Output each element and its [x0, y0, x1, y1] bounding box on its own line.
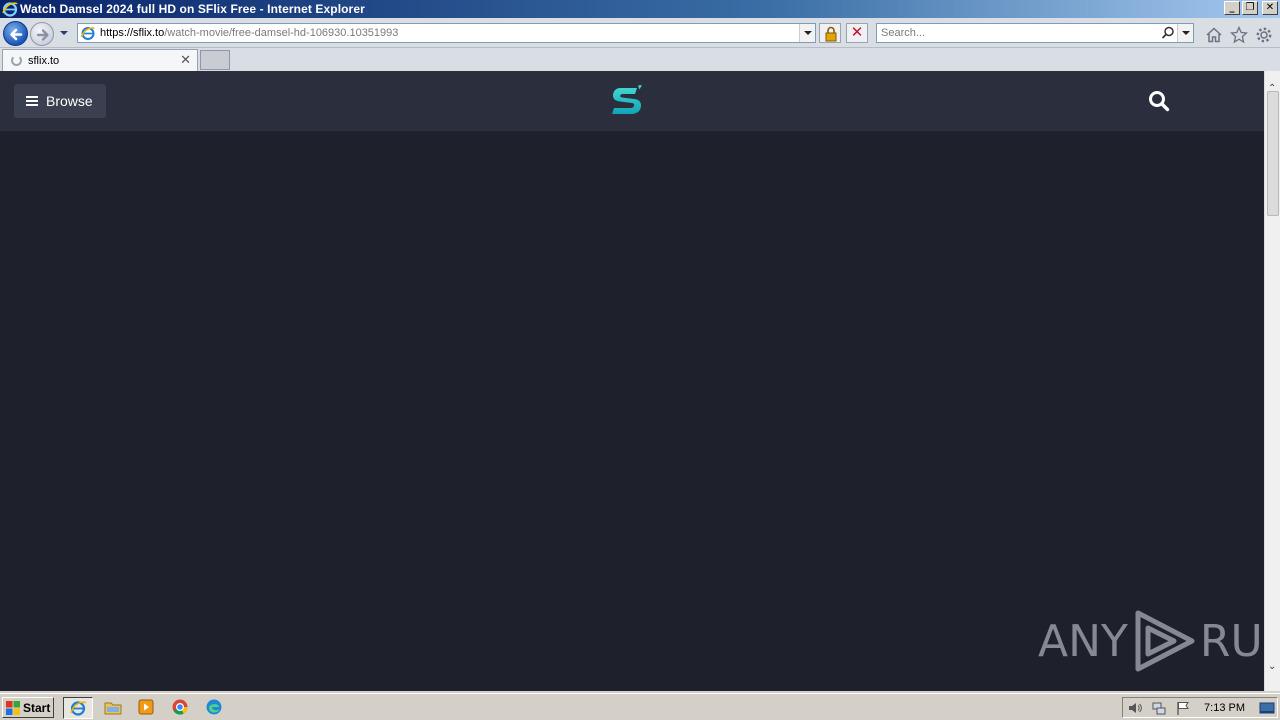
- window-title-bar[interactable]: Watch Damsel 2024 full HD on SFlix Free …: [0, 0, 1280, 18]
- loading-spinner-icon: [11, 55, 22, 66]
- star-icon: [1229, 25, 1249, 44]
- forward-button[interactable]: [30, 22, 54, 46]
- tab-close-button[interactable]: ✕: [180, 53, 191, 68]
- new-tab-button[interactable]: [200, 50, 230, 70]
- media-player-icon: [138, 699, 154, 715]
- taskbar-chrome[interactable]: [166, 697, 196, 719]
- page-content: Browse ANY RUN: [0, 71, 1264, 691]
- chrome-icon: [172, 699, 188, 715]
- start-label: Start: [23, 700, 51, 715]
- tab-sflix[interactable]: sflix.to ✕: [2, 49, 198, 71]
- watermark-left-text: ANY: [1038, 615, 1128, 667]
- search-input[interactable]: Search...: [876, 23, 1194, 43]
- site-header: Browse: [0, 71, 1264, 131]
- clock[interactable]: 7:13 PM: [1204, 702, 1245, 714]
- site-search-button[interactable]: [1148, 90, 1170, 112]
- home-button[interactable]: [1205, 26, 1223, 44]
- tools-button[interactable]: [1255, 26, 1273, 44]
- lock-icon: [825, 26, 837, 42]
- ie-logo-icon: [2, 1, 18, 17]
- folder-icon: [104, 702, 122, 715]
- chevron-down-icon: [60, 31, 68, 35]
- history-dropdown-button[interactable]: [58, 26, 70, 40]
- tab-label: sflix.to: [28, 54, 60, 67]
- vertical-scrollbar[interactable]: ⌃ ⌄: [1264, 71, 1280, 691]
- gear-icon: [1256, 27, 1272, 43]
- chevron-down-icon: [804, 31, 812, 35]
- search-dropdown-button[interactable]: [1177, 24, 1193, 42]
- hamburger-icon: [26, 96, 38, 106]
- scrollbar-thumb[interactable]: [1267, 91, 1279, 216]
- forward-arrow-icon: [36, 29, 49, 41]
- browse-menu-button[interactable]: Browse: [14, 84, 106, 118]
- back-button[interactable]: [3, 21, 28, 46]
- start-button[interactable]: Start: [2, 697, 54, 718]
- home-icon: [1206, 27, 1222, 43]
- navigation-bar: https://sflix.to/watch-movie/free-damsel…: [0, 18, 1280, 48]
- address-dropdown-button[interactable]: [799, 24, 815, 42]
- taskbar-edge[interactable]: [200, 697, 230, 719]
- sflix-logo-icon[interactable]: [610, 85, 644, 117]
- address-host: https://sflix.to: [100, 27, 165, 39]
- network-icon[interactable]: [1151, 700, 1167, 716]
- chevron-down-icon: [1182, 31, 1190, 35]
- browse-label: Browse: [46, 93, 93, 109]
- close-button[interactable]: ✕: [1262, 1, 1278, 15]
- favorites-button[interactable]: [1229, 25, 1249, 44]
- taskbar-explorer[interactable]: [99, 697, 129, 719]
- anyrun-watermark: ANY RUN: [1038, 609, 1264, 673]
- ie-icon: [70, 701, 87, 716]
- minimize-button[interactable]: _: [1224, 1, 1240, 15]
- volume-icon[interactable]: [1127, 700, 1143, 716]
- window-title: Watch Damsel 2024 full HD on SFlix Free …: [20, 2, 365, 16]
- show-desktop-icon[interactable]: [1259, 700, 1275, 716]
- address-bar[interactable]: https://sflix.to/watch-movie/free-damsel…: [77, 23, 816, 43]
- action-center-flag-icon[interactable]: [1175, 700, 1191, 716]
- tab-row: sflix.to ✕: [0, 48, 1280, 71]
- search-icon: [1149, 91, 1170, 112]
- taskbar-ie[interactable]: [63, 697, 93, 719]
- stop-button[interactable]: ✕: [846, 23, 868, 43]
- watermark-right-text: RUN: [1199, 615, 1264, 667]
- security-lock-button[interactable]: [819, 23, 841, 43]
- back-arrow-icon: [10, 28, 23, 41]
- screen: Watch Damsel 2024 full HD on SFlix Free …: [0, 0, 1280, 720]
- search-icon[interactable]: [1161, 26, 1175, 40]
- address-path: /watch-movie/free-damsel-hd-106930.10351…: [164, 27, 399, 39]
- windows-flag-icon: [5, 700, 21, 716]
- play-icon: [1132, 610, 1196, 672]
- restore-button[interactable]: ❐: [1242, 1, 1258, 15]
- scroll-down-button[interactable]: ⌄: [1268, 661, 1278, 672]
- edge-icon: [206, 699, 222, 715]
- ie-page-icon: [80, 25, 96, 41]
- taskbar-media-player[interactable]: [132, 697, 162, 719]
- system-tray: 7:13 PM: [1122, 697, 1278, 718]
- window-controls: _ ❐ ✕: [1224, 1, 1278, 15]
- taskbar: Start 7:13 PM: [0, 693, 1280, 720]
